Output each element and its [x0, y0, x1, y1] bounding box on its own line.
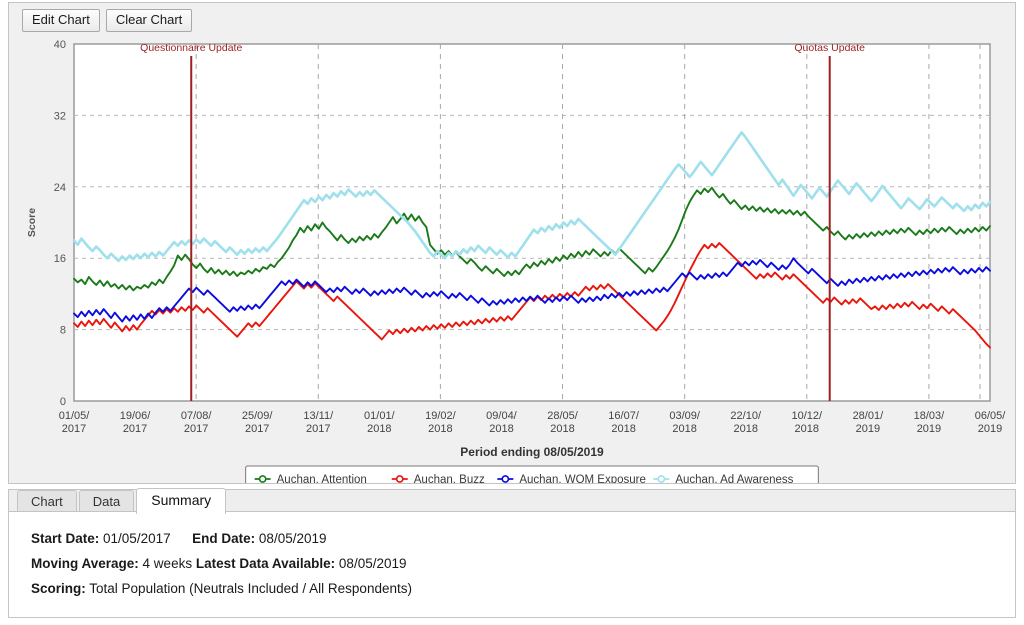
x-tick-label: 25/09/2017 — [242, 410, 274, 435]
x-tick-label: 28/01/2019 — [853, 410, 885, 435]
svg-text:13/11/: 13/11/ — [303, 410, 334, 422]
end-date-label: End Date: — [192, 531, 256, 546]
y-tick-label: 32 — [54, 110, 66, 122]
legend-item: Auchan, Ad Awareness — [653, 474, 794, 483]
summary-scoring-row: Scoring: Total Population (Neutrals Incl… — [31, 581, 412, 596]
svg-text:2018: 2018 — [672, 423, 696, 435]
lower-panel: Chart Data Summary Start Date: 01/05/201… — [8, 488, 1016, 619]
moving-average-value: 4 weeks — [142, 556, 193, 571]
svg-text:2017: 2017 — [306, 423, 330, 435]
x-tick-label: 01/01/2018 — [364, 410, 396, 435]
y-tick-label: 8 — [60, 325, 66, 337]
svg-text:28/05/: 28/05/ — [547, 410, 579, 422]
x-tick-label: 13/11/2017 — [303, 410, 334, 435]
svg-text:25/09/: 25/09/ — [242, 410, 274, 422]
tab-chart-label: Chart — [31, 494, 63, 509]
svg-text:16/07/: 16/07/ — [608, 410, 640, 422]
svg-text:2019: 2019 — [856, 423, 880, 435]
y-tick-label: 16 — [54, 253, 66, 265]
x-tick-label: 07/08/2017 — [181, 410, 213, 435]
start-date-label: Start Date: — [31, 531, 100, 546]
legend-label: Auchan, Ad Awareness — [675, 474, 793, 483]
tab-data[interactable]: Data — [78, 490, 135, 513]
chart-toolbar: Edit Chart Clear Chart — [22, 9, 193, 32]
svg-text:2019: 2019 — [978, 423, 1002, 435]
summary-average-row: Moving Average: 4 weeks Latest Data Avai… — [31, 556, 407, 571]
latest-data-label: Latest Data Available: — [195, 556, 336, 571]
svg-text:07/08/: 07/08/ — [181, 410, 213, 422]
annotation-label: Quotas Update — [794, 42, 865, 54]
tab-summary[interactable]: Summary — [136, 488, 227, 514]
tab-chart[interactable]: Chart — [17, 490, 77, 513]
y-tick-label: 0 — [60, 396, 66, 408]
y-tick-label: 40 — [54, 39, 66, 51]
summary-content: Start Date: 01/05/2017 End Date: 08/05/2… — [8, 511, 1016, 618]
scoring-value: Total Population (Neutrals Included / Al… — [89, 581, 412, 596]
svg-text:28/01/: 28/01/ — [853, 410, 885, 422]
x-tick-label: 01/05/2017 — [59, 410, 91, 435]
x-tick-label: 03/09/2018 — [669, 410, 701, 435]
x-tick-label: 10/12/2018 — [792, 410, 824, 435]
y-tick-label: 24 — [54, 182, 66, 194]
application-root: Edit Chart Clear Chart 0 8 16 24 32 40 Score 01… — [0, 0, 1024, 625]
svg-text:01/01/: 01/01/ — [364, 410, 396, 422]
svg-text:2018: 2018 — [733, 423, 757, 435]
legend-marker-icon — [657, 475, 666, 483]
chart-panel: Edit Chart Clear Chart 0 8 16 24 32 40 Score 01… — [8, 2, 1016, 484]
legend-marker-icon — [501, 475, 510, 483]
tab-summary-label: Summary — [151, 492, 212, 508]
moving-average-label: Moving Average: — [31, 556, 139, 571]
svg-text:18/03/: 18/03/ — [914, 410, 946, 422]
tab-strip: Chart Data Summary — [8, 488, 1016, 514]
x-tick-label: 06/05/2019 — [975, 410, 1007, 435]
y-axis-title: Score — [26, 208, 38, 237]
end-date-value: 08/05/2019 — [258, 531, 327, 546]
svg-text:2017: 2017 — [123, 423, 147, 435]
svg-text:2018: 2018 — [550, 423, 574, 435]
x-tick-label: 19/06/2017 — [120, 410, 152, 435]
svg-text:09/04/: 09/04/ — [486, 410, 518, 422]
latest-data-value: 08/05/2019 — [338, 556, 407, 571]
chart-plot-area: 0 8 16 24 32 40 Score 01/05/2017 19/06/2017 07/08… — [9, 33, 1015, 483]
x-axis-title: Period ending 08/05/2019 — [460, 445, 604, 459]
svg-text:2017: 2017 — [184, 423, 208, 435]
scoring-label: Scoring: — [31, 581, 86, 596]
legend-marker-icon — [395, 475, 404, 483]
svg-text:2018: 2018 — [489, 423, 513, 435]
legend-label: Auchan, Attention — [277, 474, 367, 483]
x-tick-label: 22/10/2018 — [730, 410, 762, 435]
x-tick-label: 28/05/2018 — [547, 410, 579, 435]
start-date-value: 01/05/2017 — [103, 531, 171, 546]
tab-data-label: Data — [92, 494, 121, 509]
svg-text:2018: 2018 — [795, 423, 819, 435]
svg-text:10/12/: 10/12/ — [792, 410, 824, 422]
x-tick-label: 19/02/2018 — [425, 410, 457, 435]
annotation-label: Questionnaire Update — [140, 42, 242, 54]
svg-text:2018: 2018 — [611, 423, 635, 435]
legend-item: Auchan, WOM Exposure — [497, 474, 646, 483]
svg-text:2017: 2017 — [62, 423, 86, 435]
svg-text:06/05/: 06/05/ — [975, 410, 1007, 422]
x-tick-label: 16/07/2018 — [608, 410, 640, 435]
edit-chart-button[interactable]: Edit Chart — [22, 9, 100, 32]
svg-text:2018: 2018 — [428, 423, 452, 435]
legend-marker-icon — [258, 475, 267, 483]
svg-text:22/10/: 22/10/ — [730, 410, 762, 422]
svg-text:01/05/: 01/05/ — [59, 410, 91, 422]
svg-text:03/09/: 03/09/ — [669, 410, 701, 422]
svg-text:2019: 2019 — [917, 423, 941, 435]
legend-label: Auchan, Buzz — [414, 474, 485, 483]
summary-dates-row: Start Date: 01/05/2017 End Date: 08/05/2… — [31, 531, 327, 546]
svg-text:2018: 2018 — [367, 423, 391, 435]
x-tick-label: 18/03/2019 — [914, 410, 946, 435]
clear-chart-button[interactable]: Clear Chart — [105, 9, 193, 32]
svg-text:2017: 2017 — [245, 423, 269, 435]
plot-background — [73, 43, 991, 402]
svg-text:19/02/: 19/02/ — [425, 410, 457, 422]
x-tick-label: 09/04/2018 — [486, 410, 518, 435]
legend-label: Auchan, WOM Exposure — [519, 474, 646, 483]
svg-text:19/06/: 19/06/ — [120, 410, 152, 422]
line-chart: 0816243240Score01/05/201719/06/201707/08… — [26, 39, 1007, 483]
